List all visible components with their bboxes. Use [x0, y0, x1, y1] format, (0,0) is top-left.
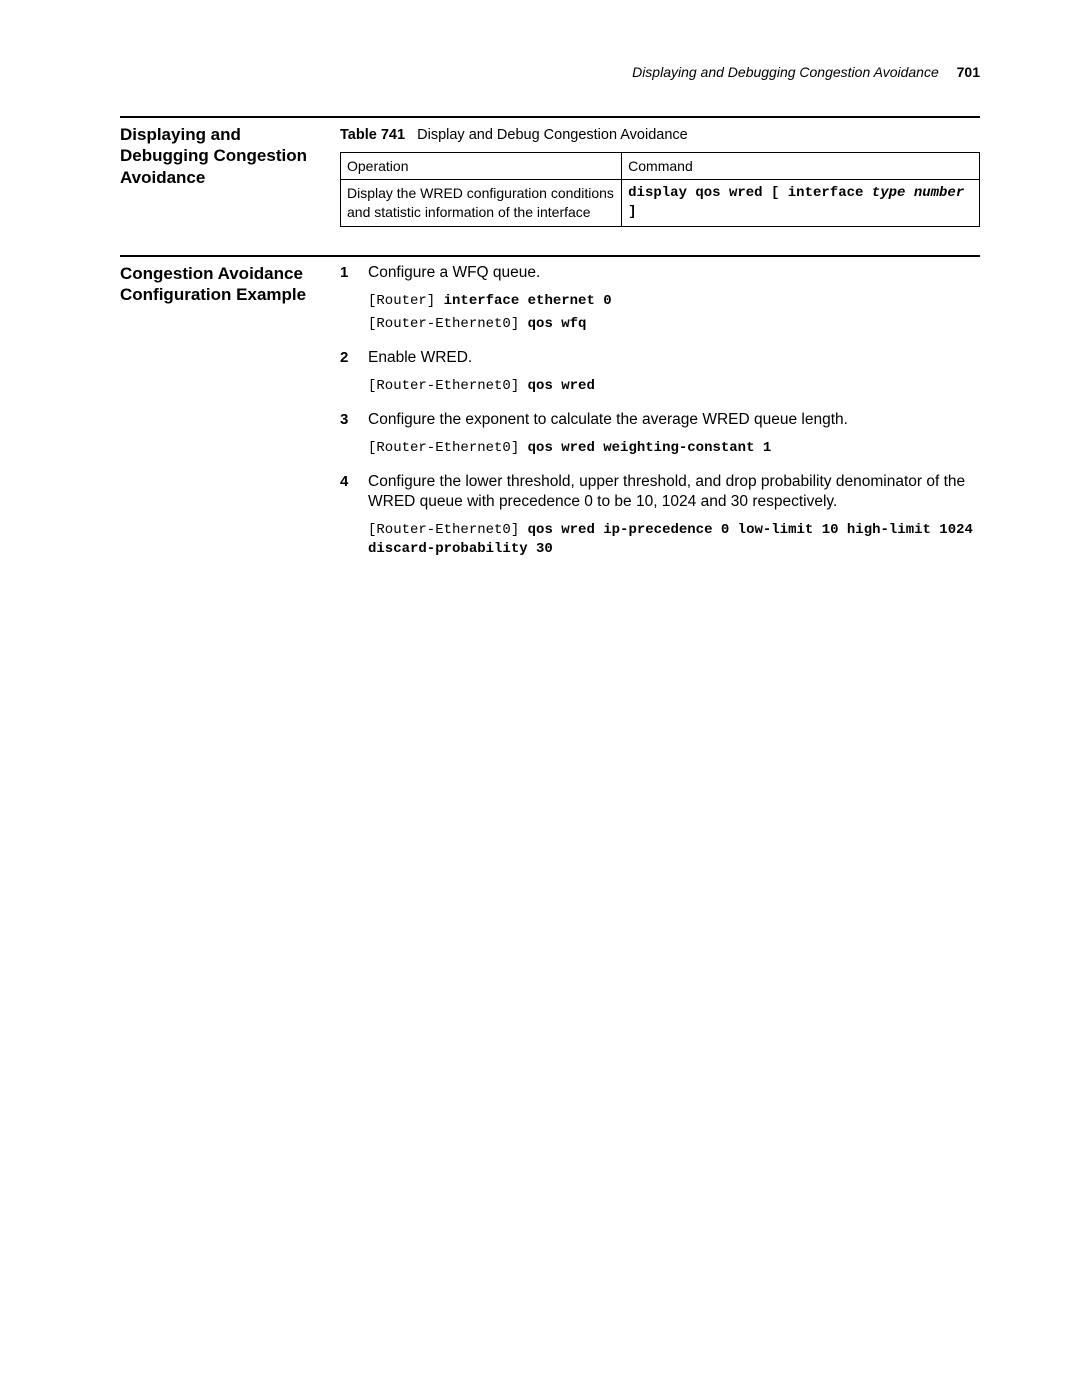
- col-operation: Operation: [341, 152, 622, 180]
- cmd-keyword-end: ]: [628, 204, 636, 220]
- code-line: [Router-Ethernet0] qos wred weighting-co…: [368, 439, 980, 458]
- section-body: Configure a WFQ queue. [Router] interface…: [340, 263, 980, 573]
- step-text: Configure the lower threshold, upper thr…: [368, 472, 980, 514]
- code-line: [Router-Ethernet0] qos wred: [368, 377, 980, 396]
- step-text: Enable WRED.: [368, 348, 980, 369]
- page-number: 701: [957, 64, 980, 80]
- cell-command: display qos wred [ interface type number…: [622, 180, 980, 227]
- step-item: Configure the lower threshold, upper thr…: [340, 472, 980, 560]
- document-page: Displaying and Debugging Congestion Avoi…: [0, 0, 1080, 1397]
- code-line: [Router] interface ethernet 0: [368, 292, 980, 311]
- section-display-debug: Displaying and Debugging Congestion Avoi…: [120, 124, 980, 227]
- step-text: Configure a WFQ queue.: [368, 263, 980, 284]
- col-command: Command: [622, 152, 980, 180]
- step-item: Configure the exponent to calculate the …: [340, 410, 980, 458]
- step-text: Configure the exponent to calculate the …: [368, 410, 980, 431]
- command-table: Operation Command Display the WRED confi…: [340, 152, 980, 228]
- section-rule: [120, 116, 980, 118]
- section-config-example: Congestion Avoidance Configuration Examp…: [120, 263, 980, 573]
- table-caption: Table 741 Display and Debug Congestion A…: [340, 126, 980, 146]
- table-row: Display the WRED configuration condition…: [341, 180, 980, 227]
- cmd-keyword: display qos wred [ interface: [628, 185, 872, 201]
- steps-list: Configure a WFQ queue. [Router] interface…: [340, 263, 980, 559]
- table-title: Display and Debug Congestion Avoidance: [417, 127, 688, 143]
- cmd-arg-type: type: [872, 185, 906, 201]
- code-line: [Router-Ethernet0] qos wred ip-precedenc…: [368, 521, 980, 559]
- section-heading: Displaying and Debugging Congestion Avoi…: [120, 124, 316, 188]
- step-item: Configure a WFQ queue. [Router] interface…: [340, 263, 980, 334]
- running-title: Displaying and Debugging Congestion Avoi…: [632, 64, 939, 80]
- step-item: Enable WRED. [Router-Ethernet0] qos wred: [340, 348, 980, 396]
- cmd-arg-number: number: [914, 185, 964, 201]
- table-label: Table 741: [340, 127, 405, 143]
- table-header-row: Operation Command: [341, 152, 980, 180]
- section-body: Table 741 Display and Debug Congestion A…: [340, 124, 980, 227]
- section-heading: Congestion Avoidance Configuration Examp…: [120, 263, 316, 306]
- section-rule: [120, 255, 980, 257]
- cell-operation: Display the WRED configuration condition…: [341, 180, 622, 227]
- running-header: Displaying and Debugging Congestion Avoi…: [120, 64, 980, 80]
- code-line: [Router-Ethernet0] qos wfq: [368, 315, 980, 334]
